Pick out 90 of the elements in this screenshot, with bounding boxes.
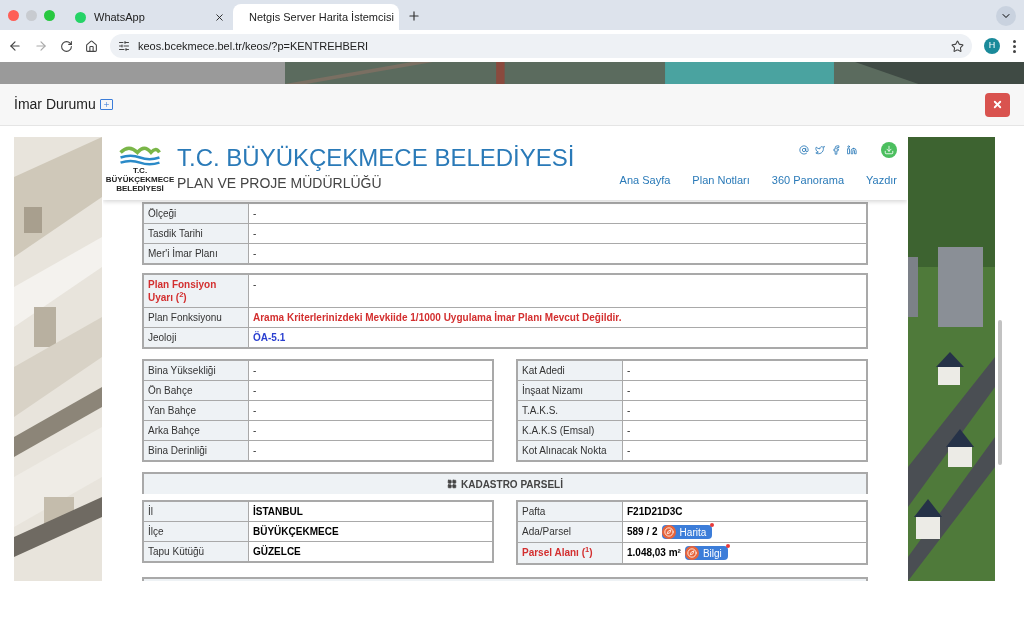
table-cell: ÖA-5.1: [253, 331, 286, 344]
table-cell: -: [627, 424, 631, 437]
linkedin-icon[interactable]: [847, 145, 857, 155]
nav-link[interactable]: Ana Sayfa: [619, 172, 671, 189]
table-cell: Arka Bahçe: [144, 421, 249, 440]
table-cell: Ön Bahçe: [144, 381, 249, 400]
bookmark-icon[interactable]: [951, 39, 964, 53]
table-cell: -: [627, 444, 631, 457]
table-cell: GÜZELCE: [253, 545, 301, 558]
badge-label: Bilgi: [702, 546, 722, 560]
modal-title: İmar Durumu: [14, 95, 96, 114]
map-badge[interactable]: Bilgi: [684, 546, 728, 560]
table-cell: F21D21D3C: [627, 505, 683, 518]
tab-title: WhatsApp: [94, 9, 146, 25]
browser-tab[interactable]: WhatsApp: [67, 4, 233, 30]
table-cell: -: [253, 404, 257, 417]
logo-text: BÜYÜKÇEKMECE: [105, 175, 175, 184]
back-icon[interactable]: [8, 39, 22, 53]
nav-link[interactable]: Plan Notları: [692, 172, 750, 189]
site-subtitle: PLAN VE PROJE MÜDÜRLÜĞÜ: [177, 174, 383, 193]
email-icon[interactable]: [799, 145, 809, 155]
table-cell: -: [253, 424, 257, 437]
table-cell: Parsel Alanı ($^{1}$): [518, 543, 623, 563]
table-cell: -: [253, 364, 257, 377]
table-cell: Bina Derinliği: [144, 441, 249, 460]
table-cell: Bina Yüksekliği: [144, 361, 249, 380]
chat-icon: [75, 11, 86, 23]
table-cell: Kat Adedi: [518, 361, 623, 380]
menu-icon[interactable]: [1012, 39, 1016, 53]
bird-icon[interactable]: [815, 145, 825, 155]
site-title: T.C. BÜYÜKÇEKMECE BELEDİYESİ: [177, 143, 575, 173]
table-cell: Tasdik Tarihi: [144, 224, 249, 243]
tab-list-button[interactable]: [996, 6, 1016, 26]
map-badge[interactable]: Harita: [661, 525, 713, 539]
facebook-icon[interactable]: [831, 145, 841, 155]
logo-text: T.C.: [132, 166, 148, 175]
table-cell: -: [627, 384, 631, 397]
scrollbar-thumb[interactable]: [998, 320, 1002, 465]
nav-link[interactable]: Yazdır: [866, 172, 897, 189]
table-cell: -: [253, 247, 257, 260]
table-cell: Mer'i İmar Planı: [144, 244, 249, 263]
table-cell: -: [253, 278, 257, 291]
section-title: KADASTRO PARSELİ: [460, 477, 563, 492]
table-cell: -: [627, 404, 631, 417]
table-cell: Pafta: [518, 502, 623, 521]
download-button[interactable]: [881, 142, 897, 158]
new-window-button[interactable]: [99, 99, 113, 110]
table-cell: T.A.K.S.: [518, 401, 623, 420]
table-cell: Ada/Parsel: [518, 522, 623, 542]
table-cell: Ölçeği: [144, 204, 249, 223]
home-icon[interactable]: [85, 39, 98, 53]
table-cell: -: [627, 364, 631, 377]
download-icon: [884, 145, 894, 155]
table-cell: İlçe: [144, 522, 249, 541]
close-button[interactable]: [985, 92, 1010, 117]
table-cell: Tapu Kütüğü: [144, 542, 249, 561]
logo-text: BELEDİYESİ: [116, 184, 164, 193]
profile-avatar[interactable]: H: [984, 38, 1000, 54]
table-cell: 1.048,03 m²: [627, 546, 681, 559]
table-cell: Plan Fonsiyon Uyarı ($^{2}$): [144, 275, 249, 307]
close-window-icon[interactable]: [8, 9, 19, 21]
close-icon: [992, 99, 1003, 110]
new-tab-icon[interactable]: [407, 9, 421, 23]
table-cell: Arama Kriterlerinizdeki Mevkiide 1/1000 Uygulama İmar Planı Mevcut Değildir.: [253, 311, 622, 324]
table-cell: -: [253, 207, 257, 220]
badge-label: Harita: [679, 525, 707, 539]
table-cell: -: [253, 227, 257, 240]
table-cell: Jeoloji: [144, 328, 249, 347]
close-icon[interactable]: [214, 11, 225, 23]
reload-icon[interactable]: [60, 39, 73, 53]
plus-icon: [102, 101, 110, 108]
table-cell: -: [253, 384, 257, 397]
table-cell: Kot Alınacak Nokta: [518, 441, 623, 460]
table-cell: -: [253, 444, 257, 457]
table-cell: K.A.K.S (Emsal): [518, 421, 623, 440]
tab-title: Netgis Server Harita İstemcisi: [249, 9, 394, 25]
table-cell: Plan Fonksiyonu: [144, 308, 249, 327]
table-cell: BÜYÜKÇEKMECE: [253, 525, 339, 538]
browser-tab[interactable]: Netgis Server Harita İstemcisi: [233, 4, 399, 30]
forward-icon[interactable]: [34, 39, 48, 53]
address-bar[interactable]: keos.bcekmece.bel.tr/keos/?p=KENTREHBERI: [110, 34, 972, 58]
table-cell: Yan Bahçe: [144, 401, 249, 420]
url-text: keos.bcekmece.bel.tr/keos/?p=KENTREHBERI: [138, 38, 370, 54]
site-settings-icon[interactable]: [118, 40, 130, 52]
nav-link[interactable]: 360 Panorama: [771, 172, 844, 189]
table-cell: İnşaat Nizamı: [518, 381, 623, 400]
table-cell: 589 / 2: [627, 525, 658, 538]
table-cell: İSTANBUL: [253, 505, 303, 518]
table-cell: İl: [144, 502, 249, 521]
grid-icon: [446, 479, 457, 489]
